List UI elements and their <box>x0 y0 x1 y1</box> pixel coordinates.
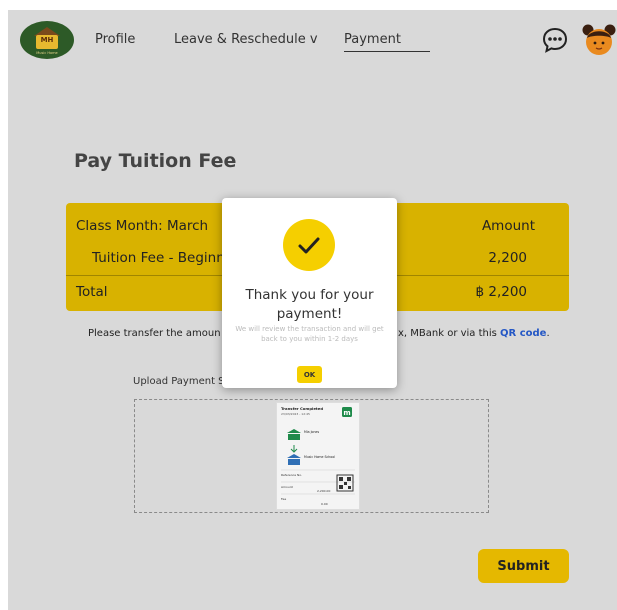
logo-subtitle: Music Home <box>36 51 58 55</box>
submit-button[interactable]: Submit <box>478 549 569 583</box>
receipt-title: Transfer Completed <box>281 406 324 411</box>
payment-success-modal: Thank you for your payment! We will revi… <box>222 198 397 388</box>
success-check-icon <box>283 219 335 271</box>
logo-text: MH <box>40 36 54 44</box>
receipt-reference-label: Reference No. <box>281 473 303 477</box>
upload-label: Upload Payment S <box>133 376 225 387</box>
receipt-amount-value: 2,200.00 <box>317 489 331 493</box>
instructions-period: . <box>546 328 550 339</box>
music-home-logo[interactable]: MH Music Home <box>20 21 74 59</box>
modal-subtitle: We will review the transaction and will … <box>235 325 384 343</box>
fee-header-label: Class Month: March <box>76 218 209 234</box>
transfer-instructions-end: x, MBank or via this QR code. <box>398 328 550 339</box>
user-avatar[interactable] <box>581 22 617 58</box>
app-frame: MH Music Home Profile Leave & Reschedule… <box>8 10 617 610</box>
uploaded-receipt-thumbnail[interactable]: m Transfer Completed 23/03/2023 - 12:45 … <box>276 402 360 510</box>
transfer-instructions: Please transfer the amoun <box>88 328 221 339</box>
receipt-fee-label: Fee <box>281 497 287 501</box>
receipt-to: Music Home School <box>304 455 336 459</box>
receipt-date: 23/03/2023 - 12:45 <box>281 412 310 416</box>
svg-text:m: m <box>343 409 350 417</box>
fee-header-amount: Amount <box>481 218 535 234</box>
nav-payment[interactable]: Payment <box>344 32 430 52</box>
nav-leave-reschedule[interactable]: Leave & Reschedule v <box>174 32 318 47</box>
page-title: Pay Tuition Fee <box>74 150 237 172</box>
modal-ok-button[interactable]: OK <box>297 366 322 383</box>
transfer-methods-text: x, MBank or via this <box>398 328 501 339</box>
receipt-amount-label: Amount <box>281 485 293 489</box>
qr-code-link[interactable]: QR code <box>500 328 546 339</box>
nav-profile[interactable]: Profile <box>95 32 135 47</box>
receipt-from: Mia Jones <box>304 430 320 434</box>
chat-icon[interactable] <box>541 26 569 54</box>
fee-total-value: ฿ 2,200 <box>475 284 527 300</box>
modal-title: Thank you for your payment! <box>245 287 374 322</box>
fee-row-value: 2,200 <box>488 250 527 266</box>
fee-total-label: Total <box>76 284 108 300</box>
receipt-fee-value: 0.00 <box>321 502 328 506</box>
fee-row-label: Tuition Fee - Beginne <box>92 250 234 266</box>
